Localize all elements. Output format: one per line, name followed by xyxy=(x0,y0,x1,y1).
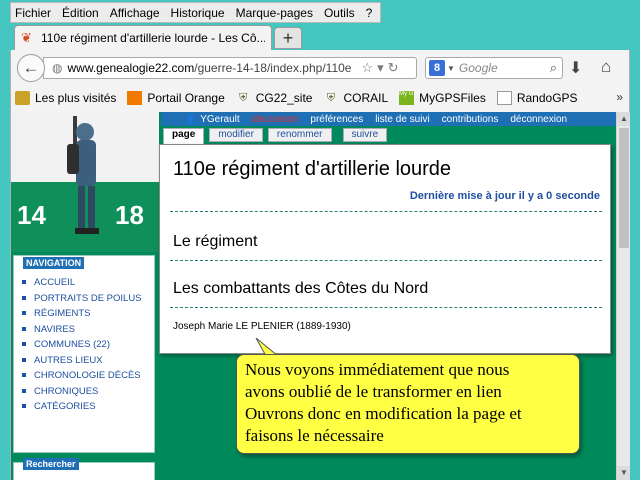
back-arrow-icon: ← xyxy=(22,58,40,77)
tab-active[interactable]: ❦ 110e régiment d'artillerie lourde - Le… xyxy=(14,25,272,50)
user-link[interactable]: YGerault xyxy=(200,114,239,125)
preferences-link[interactable]: préférences xyxy=(310,114,363,125)
orange-logo-icon xyxy=(127,91,143,105)
menu-edition[interactable]: Édition xyxy=(62,6,99,20)
menu-outils[interactable]: Outils xyxy=(324,6,355,20)
tab-page[interactable]: page xyxy=(163,128,205,144)
tab-modifier[interactable]: modifier xyxy=(209,128,263,142)
home-icon[interactable]: ⌂ xyxy=(601,57,611,77)
coat-of-arms-icon: ⛨ xyxy=(239,92,248,104)
nav-item-accueil[interactable]: ACCUEIL xyxy=(22,275,150,291)
menu-bar: Fichier Édition Affichage Historique Mar… xyxy=(10,2,382,23)
menu-marque-pages[interactable]: Marque-pages xyxy=(236,6,313,20)
article-content: 110e régiment d'artillerie lourde Derniè… xyxy=(159,144,611,354)
bookmark-cg22-site[interactable]: ⛨ CG22_site xyxy=(236,91,312,105)
bookmark-corail[interactable]: ⛨ CORAIL xyxy=(323,91,388,105)
contributions-link[interactable]: contributions xyxy=(442,114,499,125)
callout-line: Nous voyons immédiatement que nous xyxy=(245,360,510,379)
new-tab-button[interactable]: + xyxy=(274,27,302,49)
last-update-note: Dernière mise à jour il y a 0 seconde xyxy=(409,190,600,202)
annotation-callout: Nous voyons immédiatement que nous avons… xyxy=(236,354,580,454)
search-placeholder: Google xyxy=(458,61,498,75)
page-tabs: page modifier renommer suivre xyxy=(163,128,392,144)
watchlist-link[interactable]: liste de suivi xyxy=(375,114,429,125)
bookmark-mygpsfiles[interactable]: My GPS MyGPSFiles xyxy=(399,91,486,105)
logout-link[interactable]: déconnexion xyxy=(510,114,567,125)
bookmark-randogps[interactable]: RandoGPS xyxy=(496,91,578,105)
discussion-link[interactable]: discussion xyxy=(252,114,299,125)
user-toolbar: 👤 YGerault discussion préférences liste … xyxy=(161,112,616,126)
bookmarks-overflow-icon[interactable]: » xyxy=(616,90,623,104)
url-text: www.genealogie22.com/guerre-14-18/index.… xyxy=(67,61,352,75)
scroll-thumb[interactable] xyxy=(619,128,629,248)
nav-item-chronologie[interactable]: CHRONOLOGIE DÉCÈS xyxy=(22,368,150,384)
back-button[interactable]: ← xyxy=(17,54,45,82)
scroll-up-icon[interactable]: ▲ xyxy=(617,112,630,126)
tab-suivre[interactable]: suivre xyxy=(342,128,388,142)
menu-fichier[interactable]: Fichier xyxy=(15,6,51,20)
tab-renommer[interactable]: renommer xyxy=(267,128,332,142)
search-engine-icon[interactable]: 8 xyxy=(429,60,445,76)
combatant-entry: Joseph Marie LE PLENIER (1889-1930) xyxy=(173,321,351,332)
nav-item-navires[interactable]: NAVIRES xyxy=(22,322,150,338)
page-title: 110e régiment d'artillerie lourde xyxy=(173,158,452,180)
divider xyxy=(170,260,602,261)
engine-dropdown-icon[interactable]: ▼ xyxy=(447,64,455,73)
soldier-illustration-icon xyxy=(67,116,99,234)
bookmark-star-icon[interactable]: ☆ xyxy=(361,60,373,76)
site-logo: 14 18 xyxy=(11,112,159,252)
nav-item-portraits[interactable]: PORTRAITS DE POILUS xyxy=(22,291,150,307)
section-heading-regiment: Le régiment xyxy=(173,233,258,250)
bookmark-les-plus-visites[interactable]: Les plus visités xyxy=(15,91,116,105)
bookmarks-toolbar: Les plus visités Portail Orange ⛨ CG22_s… xyxy=(15,87,627,109)
search-heading: Rechercher xyxy=(23,458,79,470)
url-bar[interactable]: ◍ www.genealogie22.com/guerre-14-18/inde… xyxy=(43,57,417,79)
tab-strip: ❦ 110e régiment d'artillerie lourde - Le… xyxy=(10,24,630,50)
tab-title: 110e régiment d'artillerie lourde - Les … xyxy=(41,31,265,45)
blank-page-icon xyxy=(496,91,512,105)
page-scrollbar[interactable]: ▲ ▼ xyxy=(616,112,630,480)
menu-help[interactable]: ? xyxy=(366,6,373,20)
menu-historique[interactable]: Historique xyxy=(171,6,225,20)
logo-number-18: 18 xyxy=(115,200,144,230)
url-dropdown-icon[interactable]: ▾ xyxy=(377,60,384,76)
nav-item-autres-lieux[interactable]: AUTRES LIEUX xyxy=(22,353,150,369)
scroll-down-icon[interactable]: ▼ xyxy=(617,466,630,480)
divider xyxy=(170,211,602,212)
user-icon: 👤 xyxy=(185,113,197,124)
bookmark-portail-orange[interactable]: Portail Orange xyxy=(127,91,225,105)
navigation-heading: NAVIGATION xyxy=(23,257,85,269)
menu-affichage[interactable]: Affichage xyxy=(110,6,160,20)
download-icon[interactable]: ⬇ xyxy=(569,58,582,78)
divider xyxy=(170,307,602,308)
section-heading-combattants: Les combattants des Côtes du Nord xyxy=(173,280,429,297)
nav-item-chroniques[interactable]: CHRONIQUES xyxy=(22,384,150,400)
nav-item-regiments[interactable]: RÉGIMENTS xyxy=(22,306,150,322)
callout-line: avons oublié de le transformer en lien xyxy=(245,382,502,401)
nav-item-categories[interactable]: CATÉGORIES xyxy=(22,399,150,415)
navigation-panel: ACCUEIL PORTRAITS DE POILUS RÉGIMENTS NA… xyxy=(13,255,155,453)
reload-icon[interactable]: ↻ xyxy=(388,60,399,76)
callout-line: faisons le nécessaire xyxy=(245,426,384,445)
bookmark-folder-icon xyxy=(15,91,30,105)
callout-line: Ouvrons donc en modification la page et xyxy=(245,404,522,423)
nav-item-communes[interactable]: COMMUNES (22) xyxy=(22,337,150,353)
search-bar[interactable]: 8 ▼ Google ⌕ xyxy=(425,57,563,79)
coat-of-arms-icon: ⛨ xyxy=(326,92,336,104)
logo-number-14: 14 xyxy=(17,200,46,230)
site-favicon-icon: ❦ xyxy=(21,30,32,45)
globe-icon: ◍ xyxy=(52,61,63,75)
navigation-toolbar: ◍ www.genealogie22.com/guerre-14-18/inde… xyxy=(10,50,630,112)
search-icon[interactable]: ⌕ xyxy=(550,60,557,76)
mygps-logo-icon: My GPS xyxy=(399,91,421,105)
